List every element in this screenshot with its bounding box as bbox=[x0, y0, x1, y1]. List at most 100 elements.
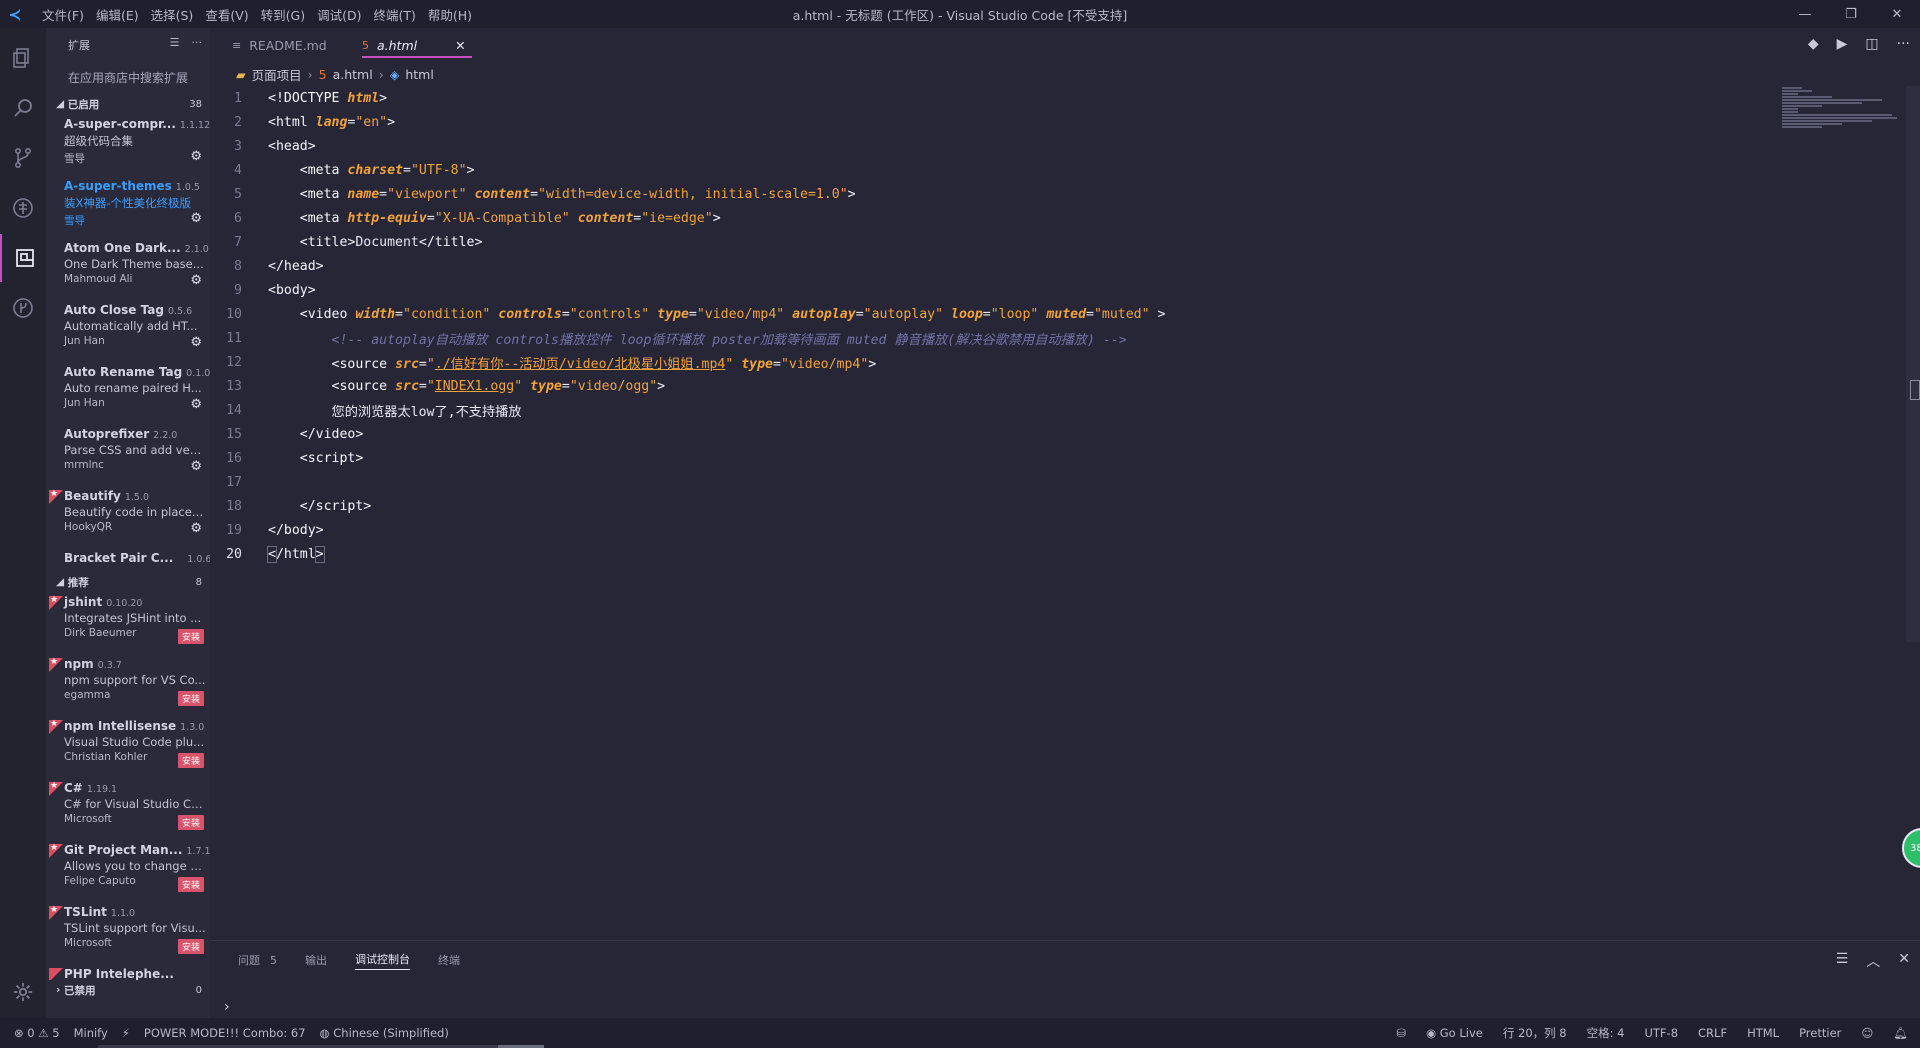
debug-icon[interactable] bbox=[0, 184, 46, 232]
tab-problems-label: 问题 bbox=[238, 954, 260, 967]
install-button[interactable]: 安装 bbox=[177, 691, 204, 706]
end-of-line[interactable]: CRLF bbox=[1698, 1026, 1727, 1040]
install-button[interactable]: 安装 bbox=[177, 629, 204, 644]
minimize-icon[interactable]: — bbox=[1782, 0, 1828, 28]
explorer-icon[interactable] bbox=[0, 34, 46, 82]
extension-desc: Beautify code in place f... bbox=[64, 505, 206, 519]
extension-name: npm Intellisense bbox=[64, 719, 177, 733]
extension-name: npm bbox=[64, 657, 94, 671]
language-mode[interactable]: HTML bbox=[1747, 1026, 1779, 1040]
tab-output[interactable]: 输出 bbox=[305, 952, 327, 968]
feedback-smiley-icon[interactable]: ☺ bbox=[1861, 1026, 1873, 1040]
menu-help[interactable]: 帮助(H) bbox=[422, 5, 478, 24]
extension-item[interactable]: A-super-themes 1.0.5 装X神器-个性美化终极版 雪导 ⚙ bbox=[46, 176, 210, 238]
close-tab-icon[interactable]: ✕ bbox=[455, 38, 465, 53]
manage-gear-icon[interactable]: ⚙ bbox=[190, 397, 202, 412]
more-actions-icon[interactable]: ··· bbox=[192, 36, 203, 49]
tab-readme[interactable]: ≡ README.md bbox=[232, 28, 327, 62]
vertical-scrollbar[interactable] bbox=[1906, 86, 1920, 642]
search-icon[interactable] bbox=[0, 84, 46, 132]
close-window-icon[interactable]: ✕ bbox=[1874, 0, 1920, 28]
diamond-icon[interactable]: ◆ bbox=[1808, 36, 1819, 52]
folder-icon: ▰ bbox=[236, 66, 246, 82]
extensions-icon[interactable] bbox=[0, 234, 48, 282]
extension-item[interactable]: ★ TSLint 1.1.0 TSLint support for Visu...… bbox=[46, 902, 210, 964]
install-button[interactable]: 安装 bbox=[177, 815, 204, 830]
extension-item[interactable]: ★ C# 1.19.1 C# for Visual Studio Co... Mi… bbox=[46, 778, 210, 840]
prettier-status[interactable]: Prettier bbox=[1799, 1026, 1841, 1040]
section-disabled[interactable]: › 已禁用 0 bbox=[46, 980, 210, 1000]
tab-debug-console[interactable]: 调试控制台 bbox=[355, 951, 410, 970]
extension-item[interactable]: Bracket Pair C... 1.0.61 bbox=[46, 548, 210, 572]
section-enabled[interactable]: ◢ 已启用 38 bbox=[46, 94, 210, 114]
extension-item[interactable]: Atom One Dark... 2.1.0 One Dark Theme bas… bbox=[46, 238, 210, 300]
section-recommended-count: 8 bbox=[195, 576, 202, 588]
section-disabled-count: 0 bbox=[195, 984, 202, 996]
extension-search-input[interactable]: 在应用商店中搜索扩展 bbox=[54, 64, 202, 90]
language-pack-status[interactable]: ◍ Chinese (Simplified) bbox=[320, 1026, 449, 1040]
menu-view[interactable]: 查看(V) bbox=[199, 5, 254, 24]
console-prompt[interactable]: › bbox=[224, 999, 230, 1015]
manage-gear-icon[interactable]: ⚙ bbox=[190, 335, 202, 350]
database-icon[interactable]: ⛁ bbox=[1396, 1026, 1406, 1040]
restore-icon[interactable]: ❐ bbox=[1828, 0, 1874, 28]
menu-terminal[interactable]: 终端(T) bbox=[367, 5, 421, 24]
problems-status[interactable]: ⊗ 0 ⚠ 5 bbox=[14, 1026, 60, 1040]
extension-item[interactable]: ★ npm Intellisense 1.3.0 Visual Studio Co… bbox=[46, 716, 210, 778]
source-control-icon[interactable] bbox=[0, 134, 46, 182]
manage-gear-icon[interactable]: ⚙ bbox=[190, 211, 202, 226]
breadcrumb-symbol[interactable]: html bbox=[405, 67, 433, 82]
close-panel-icon[interactable]: ✕ bbox=[1898, 951, 1910, 971]
indentation[interactable]: 空格: 4 bbox=[1587, 1025, 1625, 1041]
extension-item[interactable]: ★ Beautify 1.5.0 Beautify code in place f… bbox=[46, 486, 210, 548]
manage-gear-icon[interactable]: ⚙ bbox=[190, 273, 202, 288]
split-editor-icon[interactable]: ◫ bbox=[1865, 36, 1878, 52]
install-button[interactable]: 安装 bbox=[177, 939, 204, 954]
menu-selection[interactable]: 选择(S) bbox=[145, 5, 200, 24]
encoding[interactable]: UTF-8 bbox=[1644, 1026, 1678, 1040]
extension-item[interactable]: Autoprefixer 2.2.0 Parse CSS and add ven.… bbox=[46, 424, 210, 486]
star-icon: ★ bbox=[50, 905, 59, 915]
breadcrumb-folder[interactable]: 页面项目 bbox=[252, 65, 302, 84]
maximize-panel-icon[interactable]: ︿ bbox=[1866, 951, 1880, 971]
filter-list-icon[interactable]: ☰ bbox=[170, 36, 180, 49]
section-recommended[interactable]: ◢ 推荐 8 bbox=[46, 572, 210, 592]
menu-go[interactable]: 转到(G) bbox=[255, 5, 311, 24]
featured-badge-icon bbox=[49, 968, 63, 980]
git-history-icon[interactable] bbox=[0, 284, 46, 332]
editor-tabs: ≡ README.md 5 a.html ✕ bbox=[210, 28, 1920, 62]
menu-edit[interactable]: 编辑(E) bbox=[90, 5, 145, 24]
minify-button[interactable]: Minify bbox=[74, 1026, 108, 1040]
more-actions-icon[interactable]: ··· bbox=[1897, 36, 1910, 52]
install-button[interactable]: 安装 bbox=[177, 877, 204, 892]
extension-item[interactable]: PHP Intelephe... bbox=[46, 964, 210, 980]
extension-item[interactable]: ★ Git Project Man... 1.7.1 Allows you to … bbox=[46, 840, 210, 902]
bottom-panel: 问题 5 输出 调试控制台 终端 ☰ ︿ ✕ › bbox=[210, 940, 1920, 1023]
run-icon[interactable]: ▶ bbox=[1837, 36, 1848, 52]
notifications-bell-icon[interactable]: 🔔︎ bbox=[1893, 1026, 1908, 1040]
extension-item[interactable]: ★ npm 0.3.7 npm support for VS Co... egam… bbox=[46, 654, 210, 716]
tab-terminal[interactable]: 终端 bbox=[438, 952, 460, 968]
tab-problems[interactable]: 问题 5 bbox=[238, 952, 277, 968]
tab-a-html[interactable]: 5 a.html ✕ bbox=[362, 28, 472, 62]
install-button[interactable]: 安装 bbox=[177, 753, 204, 768]
minimap[interactable] bbox=[1782, 86, 1902, 146]
extension-desc: Parse CSS and add ven... bbox=[64, 443, 206, 457]
clear-console-icon[interactable]: ☰ bbox=[1836, 951, 1849, 971]
go-live-button[interactable]: ◉ Go Live bbox=[1426, 1026, 1483, 1040]
extension-item[interactable]: ★ jshint 0.10.20 Integrates JSHint into .… bbox=[46, 592, 210, 654]
code-editor[interactable]: 1 <!DOCTYPE html> 2 <html lang="en"> 3 <hea… bbox=[210, 86, 1910, 946]
manage-gear-icon[interactable]: ⚙ bbox=[190, 521, 202, 536]
settings-gear-icon[interactable] bbox=[0, 968, 46, 1016]
extension-item[interactable]: A-super-compr... 1.1.12 超级代码合集 雪导 ⚙ bbox=[46, 114, 210, 176]
menu-debug[interactable]: 调试(D) bbox=[311, 5, 367, 24]
extension-item[interactable]: Auto Rename Tag 0.1.0 Auto rename paired … bbox=[46, 362, 210, 424]
breadcrumb-file[interactable]: a.html bbox=[333, 67, 373, 82]
extension-item[interactable]: Auto Close Tag 0.5.6 Automatically add HT… bbox=[46, 300, 210, 362]
menu-file[interactable]: 文件(F) bbox=[36, 5, 90, 24]
extension-version: 1.7.1 bbox=[186, 846, 210, 857]
manage-gear-icon[interactable]: ⚙ bbox=[190, 459, 202, 474]
cursor-position[interactable]: 行 20，列 8 bbox=[1503, 1025, 1567, 1041]
manage-gear-icon[interactable]: ⚙ bbox=[190, 149, 202, 164]
star-icon: ★ bbox=[50, 781, 59, 791]
